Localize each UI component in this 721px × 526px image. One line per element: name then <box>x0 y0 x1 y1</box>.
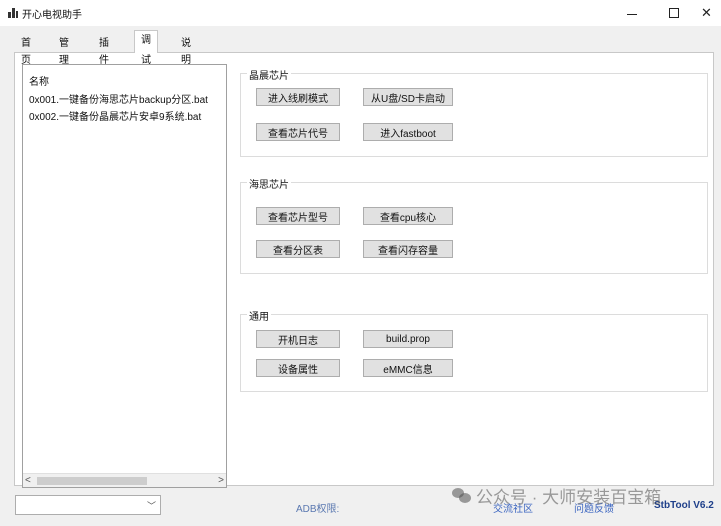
watermark-text: 公众号 · 大师安装百宝箱 <box>476 488 662 507</box>
tab-help[interactable]: 说明 <box>174 34 198 66</box>
maximize-button[interactable] <box>656 0 692 26</box>
enter-fastboot-button[interactable]: 进入fastboot <box>363 123 453 141</box>
group-hisilicon: 海思芯片 查看芯片型号 查看cpu核心 查看分区表 查看闪存容量 <box>240 176 708 274</box>
enter-flash-mode-button[interactable]: 进入线刷模式 <box>256 88 340 106</box>
adb-permission-label: ADB权限: <box>296 504 340 515</box>
minimize-button[interactable] <box>614 0 650 26</box>
wechat-icon <box>452 488 472 503</box>
tab-plugins[interactable]: 插件 <box>92 34 116 66</box>
group-title-hisilicon: 海思芯片 <box>247 176 291 191</box>
group-amlogic: 晶晨芯片 进入线刷模式 从U盘/SD卡启动 查看芯片代号 进入fastboot <box>240 67 708 157</box>
chevron-down-icon[interactable]: ﹀ <box>147 499 156 512</box>
app-window: 开心电视助手 ✕ 首页 管理 插件 调试 说明 名称 0x001.一键备份海思芯… <box>0 0 721 526</box>
horizontal-scrollbar[interactable]: < > <box>23 473 226 487</box>
view-cpu-cores-button[interactable]: 查看cpu核心 <box>363 207 453 225</box>
version-label: StbTool V6.2 <box>654 500 714 511</box>
scroll-left-icon[interactable]: < <box>25 475 31 486</box>
script-list[interactable]: 名称 0x001.一键备份海思芯片backup分区.bat 0x002.一键备份… <box>22 64 227 488</box>
title-bar: 开心电视助手 ✕ <box>0 0 721 26</box>
list-item[interactable]: 0x001.一键备份海思芯片backup分区.bat <box>29 91 208 106</box>
boot-from-usb-sd-button[interactable]: 从U盘/SD卡启动 <box>363 88 453 106</box>
view-flash-capacity-button[interactable]: 查看闪存容量 <box>363 240 453 258</box>
group-general: 通用 开机日志 build.prop 设备属性 eMMC信息 <box>240 308 708 392</box>
window-title: 开心电视助手 <box>22 10 82 21</box>
maximize-icon <box>669 8 679 18</box>
watermark: 公众号 · 大师安装百宝箱 <box>452 483 661 508</box>
device-select[interactable]: ﹀ <box>15 495 161 515</box>
emmc-info-button[interactable]: eMMC信息 <box>363 359 453 377</box>
view-chip-code-button[interactable]: 查看芯片代号 <box>256 123 340 141</box>
view-partition-table-button[interactable]: 查看分区表 <box>256 240 340 258</box>
boot-log-button[interactable]: 开机日志 <box>256 330 340 348</box>
group-title-general: 通用 <box>247 308 271 323</box>
tab-debug[interactable]: 调试 <box>134 30 158 66</box>
list-item[interactable]: 0x002.一键备份晶晨芯片安卓9系统.bat <box>29 108 201 123</box>
tab-manage[interactable]: 管理 <box>52 34 76 66</box>
list-header-name: 名称 <box>29 77 49 88</box>
device-properties-button[interactable]: 设备属性 <box>256 359 340 377</box>
close-icon: ✕ <box>701 5 712 20</box>
close-button[interactable]: ✕ <box>692 0 721 26</box>
app-logo-icon <box>8 8 18 18</box>
group-title-amlogic: 晶晨芯片 <box>247 67 291 82</box>
scroll-right-icon[interactable]: > <box>218 475 224 486</box>
minimize-icon <box>627 13 637 15</box>
tab-home[interactable]: 首页 <box>14 34 38 66</box>
view-chip-model-button[interactable]: 查看芯片型号 <box>256 207 340 225</box>
build-prop-button[interactable]: build.prop <box>363 330 453 348</box>
scroll-thumb[interactable] <box>37 477 147 485</box>
